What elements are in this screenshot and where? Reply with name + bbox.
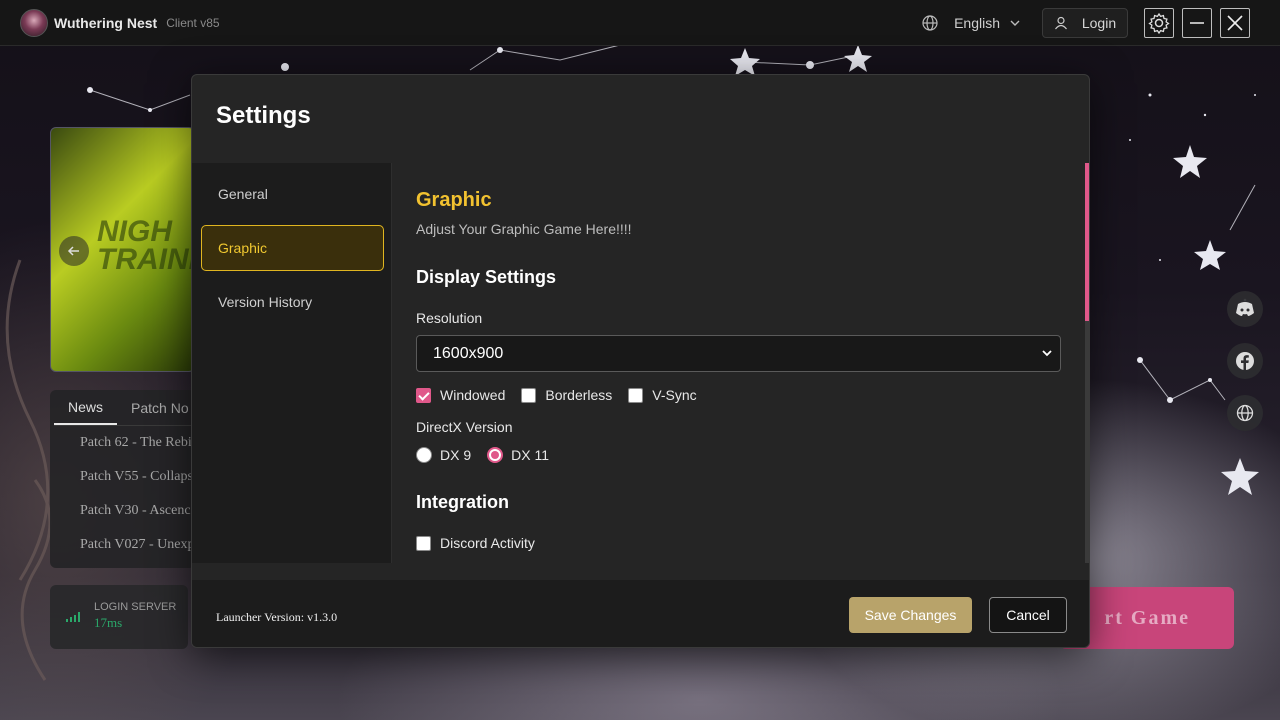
website-button[interactable] [1227,395,1263,431]
login-button[interactable]: Login [1042,8,1128,38]
close-button[interactable] [1220,8,1250,38]
cancel-button[interactable]: Cancel [989,597,1067,633]
signal-icon [66,612,80,622]
section-title: Graphic [416,189,492,211]
dx9-option[interactable]: DX 9 [416,447,471,463]
list-item[interactable]: Patch V027 - Unexp [50,528,195,562]
language-label: English [954,15,1000,31]
vsync-checkbox[interactable] [628,387,644,403]
borderless-checkbox[interactable] [521,387,537,403]
list-item[interactable]: Patch 62 - The Rebi [50,426,195,460]
dx11-option[interactable]: DX 11 [487,447,549,463]
globe-icon [922,15,938,31]
login-label: Login [1081,15,1117,31]
app-logo [20,8,48,37]
arrow-left-icon [67,246,79,256]
facebook-icon [1236,352,1254,370]
list-item[interactable]: Patch V55 - Collaps [50,460,195,494]
tab-patch-notes[interactable]: Patch No [117,391,203,425]
list-item[interactable]: Patch V30 - Ascenc [50,494,195,528]
dx9-label: DX 9 [440,447,472,463]
title-bar: Wuthering Nest Client v85 English Login [0,0,1280,46]
vsync-label: V-Sync [652,387,697,403]
globe-icon [1236,404,1254,422]
app-title: Wuthering Nest [54,14,158,31]
section-subtitle: Adjust Your Graphic Game Here!!!! [416,221,632,237]
banner-prev-button[interactable] [59,236,89,266]
language-selector[interactable]: English [922,15,1020,31]
resolution-select[interactable]: 1600x900 [416,335,1061,372]
dialog-footer: Launcher Version: v1.3.0 Save Changes Ca… [192,580,1089,647]
chevron-down-icon [1010,20,1020,26]
scrollbar-thumb[interactable] [1085,163,1089,321]
banner-text: NIGH TRAINI [97,215,195,276]
chevron-down-icon [1042,350,1052,357]
display-settings-heading: Display Settings [416,267,557,287]
settings-button[interactable] [1144,8,1174,38]
discord-activity-checkbox[interactable] [416,535,431,551]
resolution-label: Resolution [416,310,483,326]
display-options: Windowed Borderless V-Sync [416,387,713,403]
discord-icon [1236,302,1254,316]
server-ping: 17ms [94,615,123,630]
minimize-button[interactable] [1182,8,1212,38]
news-banner[interactable]: NIGH TRAINI [50,127,195,372]
windowed-checkbox[interactable] [416,387,431,403]
facebook-button[interactable] [1227,343,1263,379]
dx9-radio[interactable] [416,447,432,463]
launcher-version: Launcher Version: v1.3.0 [216,610,338,624]
nav-item-version-history[interactable]: Version History [201,279,384,325]
server-label: LOGIN SERVER [94,601,177,613]
user-icon [1054,16,1067,30]
vsync-option[interactable]: V-Sync [628,387,697,403]
dx11-radio[interactable] [487,447,504,463]
login-server-status: LOGIN SERVER 17ms [50,585,188,649]
scrollbar[interactable] [1085,163,1089,563]
minimize-icon [1190,22,1204,24]
integration-heading: Integration [416,492,509,512]
news-panel: News Patch No Patch 62 - The Rebi Patch … [50,390,195,568]
directx-label: DirectX Version [416,419,513,435]
settings-dialog: Settings General Graphic Version History… [191,74,1090,648]
directx-options: DX 9 DX 11 [416,447,565,463]
discord-button[interactable] [1227,291,1263,327]
windowed-option[interactable]: Windowed [416,387,505,403]
settings-content: Graphic Adjust Your Graphic Game Here!!!… [392,163,1089,563]
save-changes-button[interactable]: Save Changes [849,597,972,633]
borderless-label: Borderless [545,387,613,403]
resolution-value: 1600x900 [433,344,504,362]
close-icon [1227,15,1243,31]
gear-icon [1148,12,1170,34]
windowed-label: Windowed [440,387,506,403]
discord-activity-option[interactable]: Discord Activity [416,535,535,551]
settings-nav: General Graphic Version History [192,163,392,563]
borderless-option[interactable]: Borderless [521,387,612,403]
dialog-title: Settings [216,102,311,129]
nav-item-graphic[interactable]: Graphic [201,225,384,271]
tab-news[interactable]: News [54,391,118,425]
discord-activity-label: Discord Activity [440,535,535,551]
news-tabs: News Patch No [54,390,191,426]
client-version: Client v85 [166,15,220,30]
dx11-label: DX 11 [511,447,549,463]
nav-item-general[interactable]: General [201,171,384,217]
